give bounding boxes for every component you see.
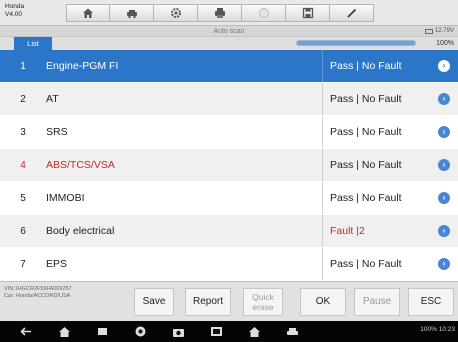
tab-list[interactable]: List <box>14 37 52 50</box>
help-icon: ? <box>258 8 269 18</box>
system-result: Pass | No Fault <box>330 126 402 138</box>
save-icon <box>302 7 313 19</box>
column-divider <box>322 83 323 115</box>
print-icon <box>214 8 225 18</box>
system-name: EPS <box>46 258 68 270</box>
system-name: AT <box>46 93 59 105</box>
system-name: ABS/TCS/VSA <box>46 159 115 171</box>
quick-erase-button[interactable]: Quick erase <box>243 288 283 316</box>
system-number: 7 <box>20 258 26 270</box>
status-time: 100% 10:23 <box>420 326 455 333</box>
system-name: Engine-PGM FI <box>46 60 119 72</box>
edit-icon <box>346 8 356 18</box>
scan-progress-bar <box>296 40 416 46</box>
system-number: 4 <box>20 159 26 171</box>
action-bar: VIN:1HGCR2F59FA069257 Car: Honda/ACCORD/… <box>0 281 458 321</box>
vehicle-swap-icon <box>126 10 137 19</box>
system-number: 2 <box>20 93 26 105</box>
vin-text: VIN:1HGCR2F59FA069257 <box>4 286 72 292</box>
column-divider <box>322 149 323 181</box>
recent-apps-icon[interactable] <box>96 325 109 338</box>
system-name: Body electrical <box>46 225 115 237</box>
report-button[interactable]: Report <box>185 288 231 316</box>
column-divider <box>322 248 323 280</box>
list-item[interactable]: 6 Body electrical Fault |2 › <box>0 215 458 247</box>
title-bar: Auto scan 12.79V <box>0 26 458 37</box>
chevron-right-icon[interactable]: › <box>438 159 450 171</box>
system-result: Fault |2 <box>330 225 365 237</box>
home-button[interactable] <box>66 4 110 22</box>
column-divider <box>322 50 323 82</box>
list-item[interactable]: 3 SRS Pass | No Fault › <box>0 116 458 148</box>
car-text: Car: Honda/ACCORD/USA <box>4 293 71 299</box>
battery-voltage: 12.79V <box>424 27 454 36</box>
vehicle-info: VIN:1HGCR2F59FA069257 Car: Honda/ACCORD/… <box>4 286 72 300</box>
system-result: Pass | No Fault <box>330 159 402 171</box>
svg-text:?: ? <box>262 11 266 18</box>
brand-name: Honda <box>5 3 25 10</box>
system-result: Pass | No Fault <box>330 258 402 270</box>
system-result: Pass | No Fault <box>330 192 402 204</box>
list-item[interactable]: 7 EPS Pass | No Fault › <box>0 248 458 280</box>
ok-button[interactable]: OK <box>300 288 346 316</box>
settings-icon <box>170 8 181 18</box>
system-list: 1 Engine-PGM FI Pass | No Fault › 2 AT Pass | … <box>0 50 458 281</box>
scan-progress-percent: 100% <box>436 40 454 47</box>
scan-progress-fill <box>297 41 415 45</box>
battery-icon <box>424 29 433 34</box>
chevron-right-icon[interactable]: › <box>438 60 450 72</box>
tab-row: List 100% <box>0 37 458 50</box>
chevron-right-icon[interactable]: › <box>438 93 450 105</box>
toolbar-buttons: ? <box>66 4 374 22</box>
chevron-right-icon[interactable]: › <box>438 192 450 204</box>
camera-icon[interactable] <box>172 325 185 338</box>
pause-button[interactable]: Pause <box>354 288 400 316</box>
column-divider <box>322 182 323 214</box>
page-title: Auto scan <box>213 28 245 35</box>
system-number: 1 <box>20 60 26 72</box>
system-name: SRS <box>46 126 68 138</box>
chevron-right-icon[interactable]: › <box>438 258 450 270</box>
save-screen-button[interactable] <box>286 4 330 22</box>
print-button[interactable] <box>198 4 242 22</box>
list-item[interactable]: 1 Engine-PGM FI Pass | No Fault › <box>0 50 458 82</box>
battery-voltage-value: 12.79V <box>434 28 454 34</box>
settings-button[interactable] <box>154 4 198 22</box>
system-number: 6 <box>20 225 26 237</box>
system-result: Pass | No Fault <box>330 93 402 105</box>
esc-button[interactable]: ESC <box>408 288 454 316</box>
column-divider <box>322 116 323 148</box>
software-version: V4.00 <box>5 11 22 18</box>
column-divider <box>322 215 323 247</box>
chevron-right-icon[interactable]: › <box>438 126 450 138</box>
chevron-right-icon[interactable]: › <box>438 225 450 237</box>
home-nav-icon[interactable] <box>58 325 71 338</box>
system-name: IMMOBI <box>46 192 85 204</box>
edit-button[interactable] <box>330 4 374 22</box>
android-nav-bar: 100% 10:23 <box>0 321 458 342</box>
help-button[interactable]: ? <box>242 4 286 22</box>
list-item[interactable]: 4 ABS/TCS/VSA Pass | No Fault › <box>0 149 458 181</box>
gallery-icon[interactable] <box>210 325 223 338</box>
list-item[interactable]: 5 IMMOBI Pass | No Fault › <box>0 182 458 214</box>
vehicle-brand: Honda V4.00 <box>5 3 45 19</box>
save-button[interactable]: Save <box>134 288 174 316</box>
vehicle-swap-button[interactable] <box>110 4 154 22</box>
app-home-icon[interactable] <box>248 325 261 338</box>
list-item[interactable]: 2 AT Pass | No Fault › <box>0 83 458 115</box>
system-number: 5 <box>20 192 26 204</box>
browser-icon[interactable] <box>134 325 147 338</box>
back-icon[interactable] <box>20 325 33 338</box>
system-result: Pass | No Fault <box>330 60 402 72</box>
home-icon <box>83 8 93 18</box>
top-toolbar: Honda V4.00 ? <box>0 0 458 26</box>
system-number: 3 <box>20 126 26 138</box>
vehicle-icon[interactable] <box>286 325 299 338</box>
